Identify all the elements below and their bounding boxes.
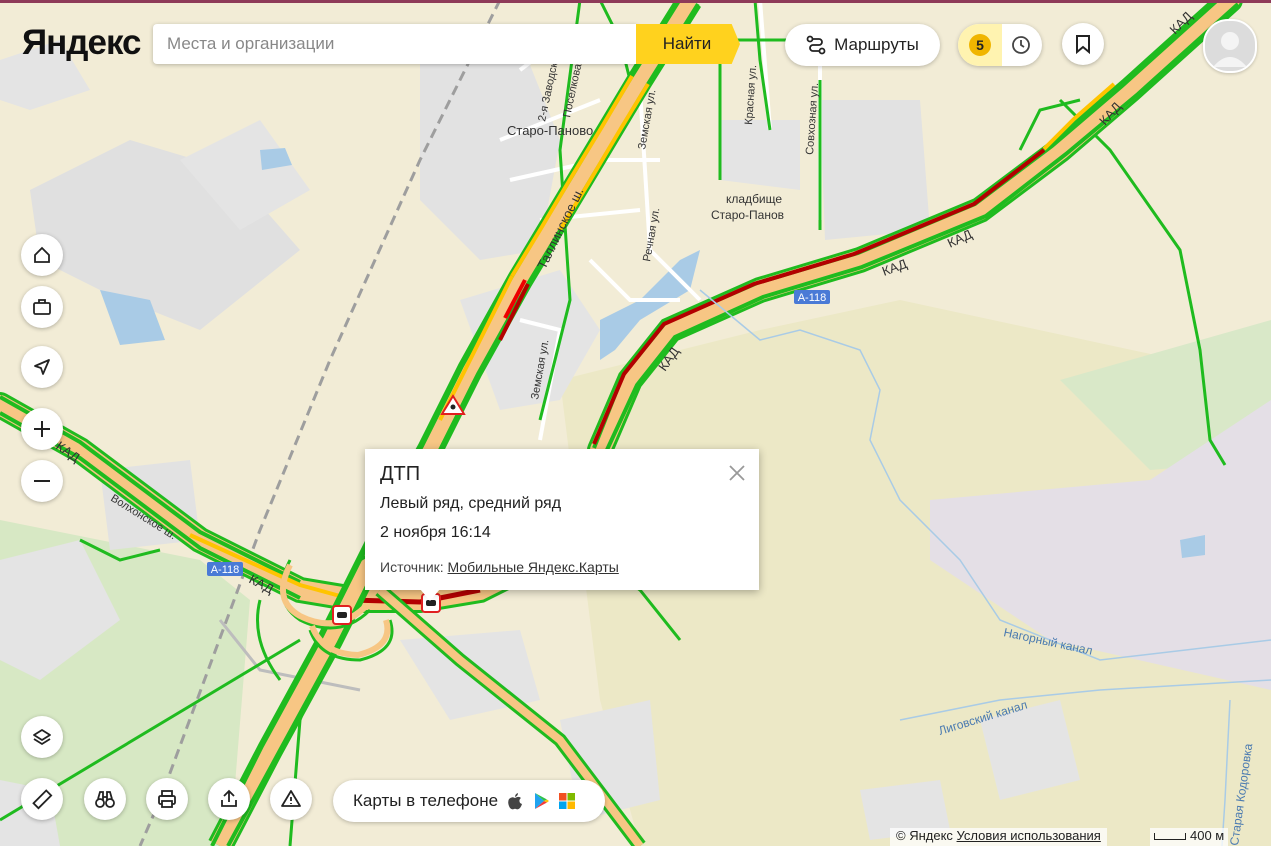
work-button[interactable] xyxy=(21,286,63,328)
home-icon xyxy=(34,246,50,263)
map-footer: © Яндекс Условия использования xyxy=(890,828,1107,846)
zoom-in-button[interactable] xyxy=(21,408,63,450)
route-icon xyxy=(806,35,826,55)
search-box[interactable] xyxy=(153,24,641,64)
scale-bar: 400 м xyxy=(1150,828,1229,846)
scale-label: 400 м xyxy=(1190,828,1225,843)
zoom-out-button[interactable] xyxy=(21,460,63,502)
ruler-icon xyxy=(32,789,53,810)
windows-icon xyxy=(559,793,576,809)
incident-popup: ДТП Левый ряд, средний ряд 2 ноября 16:1… xyxy=(365,449,759,590)
popup-title: ДТП xyxy=(380,463,421,485)
label-staro-panovo: Старо-Паново xyxy=(507,123,593,138)
popup-pointer xyxy=(420,589,440,601)
print-button[interactable] xyxy=(146,778,188,820)
warning-icon xyxy=(281,790,301,807)
shield-a118-2: А-118 xyxy=(211,564,240,576)
phone-label: Карты в телефоне xyxy=(353,791,499,810)
yandex-logo[interactable]: Яндекс xyxy=(22,24,141,62)
my-location-button[interactable] xyxy=(21,346,63,388)
accident-icon[interactable] xyxy=(332,605,352,625)
share-icon xyxy=(221,789,237,807)
source-label: Источник: xyxy=(380,559,444,575)
top-stripe xyxy=(0,0,1271,3)
routes-button[interactable]: Маршруты xyxy=(785,24,940,66)
printer-icon xyxy=(158,790,176,808)
user-avatar[interactable] xyxy=(1203,19,1257,73)
bookmarks-button[interactable] xyxy=(1062,23,1104,65)
popup-lanes: Левый ряд, средний ряд xyxy=(380,495,562,512)
label-cemetery-1: кладбище xyxy=(726,192,782,206)
popup-time: 2 ноября 16:14 xyxy=(380,524,491,541)
logo-text: Яндекс xyxy=(22,23,141,62)
layers-button[interactable] xyxy=(21,716,63,758)
binoculars-icon xyxy=(95,791,115,808)
shield-a118-1: А-118 xyxy=(798,292,827,304)
minus-icon xyxy=(34,480,50,482)
label-cemetery-2: Старо-Панов xyxy=(711,208,784,222)
map-canvas[interactable]: А-118 А-118 Старо-Паново кладбище Старо-… xyxy=(0,0,1271,846)
traffic-button[interactable]: 5 xyxy=(958,24,1042,66)
bookmark-icon xyxy=(1076,35,1090,54)
find-button[interactable]: Найти xyxy=(636,24,740,64)
share-button[interactable] xyxy=(208,778,250,820)
location-arrow-icon xyxy=(34,359,50,375)
search-input[interactable] xyxy=(153,24,641,64)
plus-icon xyxy=(34,421,50,437)
scale-line xyxy=(1154,833,1186,841)
layers-icon xyxy=(33,729,51,746)
close-icon[interactable] xyxy=(727,463,747,483)
source-link[interactable]: Мобильные Яндекс.Карты xyxy=(448,559,619,575)
user-icon xyxy=(1213,32,1247,67)
report-problem-button[interactable] xyxy=(270,778,312,820)
terms-link[interactable]: Условия использования xyxy=(957,828,1101,843)
traffic-score-badge: 5 xyxy=(969,34,991,56)
clock-icon[interactable] xyxy=(1010,34,1032,56)
panorama-button[interactable] xyxy=(84,778,126,820)
routes-label: Маршруты xyxy=(834,35,919,54)
popup-source: Источник: Мобильные Яндекс.Карты xyxy=(380,559,619,575)
copyright: © Яндекс xyxy=(896,828,953,843)
briefcase-icon xyxy=(33,299,51,315)
google-play-icon xyxy=(535,793,550,809)
home-button[interactable] xyxy=(21,234,63,276)
maps-on-phone-button[interactable]: Карты в телефоне xyxy=(333,780,605,822)
apple-icon xyxy=(508,793,523,810)
ruler-button[interactable] xyxy=(21,778,63,820)
